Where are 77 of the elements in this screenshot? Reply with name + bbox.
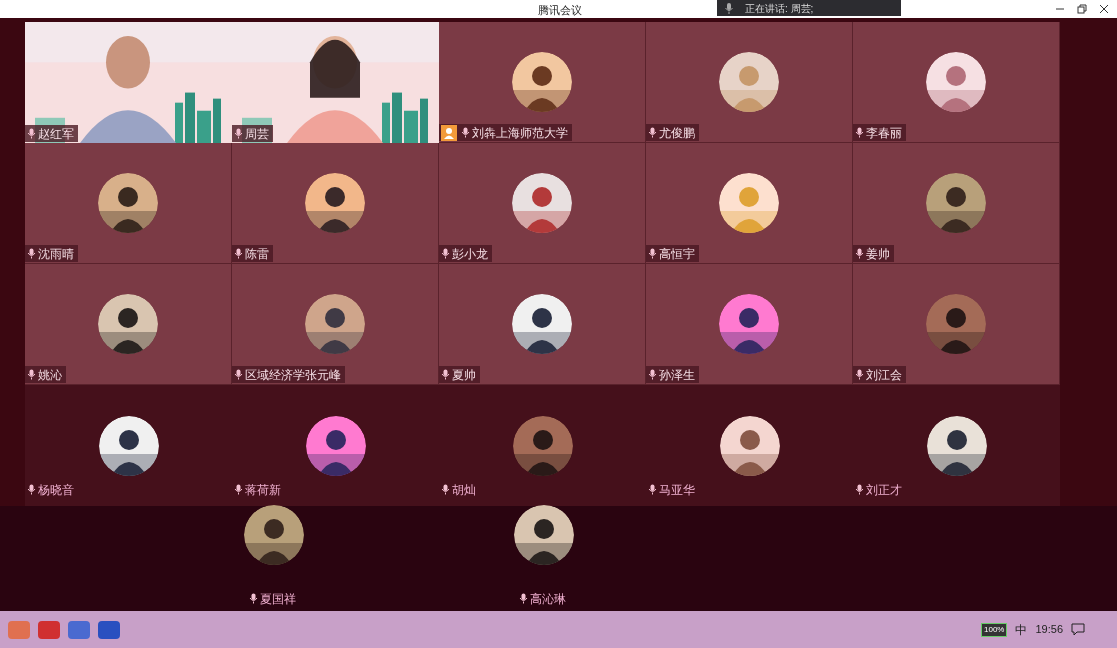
participant-name: 夏帅 xyxy=(452,368,476,381)
participant-name: 尤俊鹏 xyxy=(659,126,695,139)
participant-name: 区域经济学张元峰 xyxy=(245,368,341,381)
participant-tile[interactable]: 刘犇上海师范大学 xyxy=(439,22,646,143)
microphone-icon xyxy=(441,484,450,495)
participant-tile[interactable]: 姜帅 xyxy=(853,143,1060,264)
participant-name: 刘江会 xyxy=(866,368,902,381)
participant-tile[interactable]: 姚沁 xyxy=(25,264,232,385)
input-method[interactable]: 中 xyxy=(1015,620,1028,639)
microphone-icon xyxy=(519,593,528,604)
close-icon[interactable] xyxy=(1099,4,1109,14)
participant-name: 高恒宇 xyxy=(659,247,695,260)
microphone-icon xyxy=(27,128,36,139)
clock[interactable]: 19:56 xyxy=(1035,621,1063,638)
microphone-icon xyxy=(648,369,657,380)
user-icon xyxy=(441,124,457,141)
microphone-icon xyxy=(855,369,864,380)
participant-tile[interactable]: 杨晓音 xyxy=(25,385,232,506)
app-icon[interactable] xyxy=(68,620,90,639)
participant-tile[interactable]: 区域经济学张元峰 xyxy=(232,264,439,385)
restore-icon[interactable] xyxy=(1077,4,1087,14)
microphone-icon xyxy=(27,248,36,259)
participant-tile[interactable]: 李春丽 xyxy=(853,22,1060,143)
participant-name: 夏国祥 xyxy=(260,592,296,605)
microphone-icon xyxy=(27,484,36,495)
participant-name: 彭小龙 xyxy=(452,247,488,260)
battery-indicator[interactable]: 100% xyxy=(981,622,1008,637)
participant-tile[interactable]: 陈雷 xyxy=(232,143,439,264)
microphone-icon xyxy=(441,248,450,259)
participant-tile[interactable]: 刘江会 xyxy=(853,264,1060,385)
microphone-icon xyxy=(234,484,243,495)
microphone-icon xyxy=(27,369,36,380)
participant-name: 蒋荷新 xyxy=(245,483,281,496)
participant-tile[interactable]: 夏帅 xyxy=(439,264,646,385)
participant-tile[interactable]: 马亚华 xyxy=(646,385,853,506)
microphone-icon xyxy=(725,2,733,14)
participant-name: 沈雨晴 xyxy=(38,247,74,260)
participant-tile[interactable]: 彭小龙 xyxy=(439,143,646,264)
participant-name: 姜帅 xyxy=(866,247,890,260)
app-icon[interactable] xyxy=(98,620,120,639)
participant-name: 高沁琳 xyxy=(530,592,566,605)
microphone-icon xyxy=(648,127,657,138)
participant-name: 周芸 xyxy=(245,127,269,140)
microphone-icon xyxy=(234,248,243,259)
participant-tile[interactable]: 沈雨晴 xyxy=(25,143,232,264)
microphone-icon xyxy=(648,484,657,495)
participant-name: 孙泽生 xyxy=(659,368,695,381)
participant-name: 马亚华 xyxy=(659,483,695,496)
participant-name: 陈雷 xyxy=(245,247,269,260)
microphone-icon xyxy=(441,369,450,380)
participant-name: 刘正才 xyxy=(866,483,902,496)
microphone-icon xyxy=(234,369,243,380)
participant-name: 刘犇上海师范大学 xyxy=(472,126,568,139)
app-icon[interactable] xyxy=(38,620,60,639)
notification-icon[interactable] xyxy=(1071,623,1085,636)
participant-tile[interactable]: 夏国祥 xyxy=(213,506,334,611)
microphone-icon xyxy=(249,593,258,604)
participant-tile[interactable]: 蒋荷新 xyxy=(232,385,439,506)
participant-tile[interactable]: 高恒宇 xyxy=(646,143,853,264)
participant-name: 赵红军 xyxy=(38,127,74,140)
window-title: 腾讯会议 xyxy=(538,3,582,18)
participant-tile[interactable]: 尤俊鹏 xyxy=(646,22,853,143)
microphone-icon xyxy=(855,127,864,138)
participant-tile[interactable]: 胡灿 xyxy=(439,385,646,506)
participant-name: 杨晓音 xyxy=(38,483,74,496)
microphone-icon xyxy=(234,128,243,139)
microphone-icon xyxy=(648,248,657,259)
microphone-icon xyxy=(855,248,864,259)
participant-name: 胡灿 xyxy=(452,483,476,496)
microphone-icon xyxy=(855,484,864,495)
participant-tile[interactable]: 孙泽生 xyxy=(646,264,853,385)
microphone-icon xyxy=(461,127,470,138)
participant-tile[interactable]: 高沁琳 xyxy=(483,506,604,611)
participant-tile[interactable]: 刘正才 xyxy=(853,385,1060,506)
speaking-text: 正在讲话: 周芸; xyxy=(745,1,814,16)
participant-name: 李春丽 xyxy=(866,126,902,139)
participant-name: 姚沁 xyxy=(38,368,62,381)
